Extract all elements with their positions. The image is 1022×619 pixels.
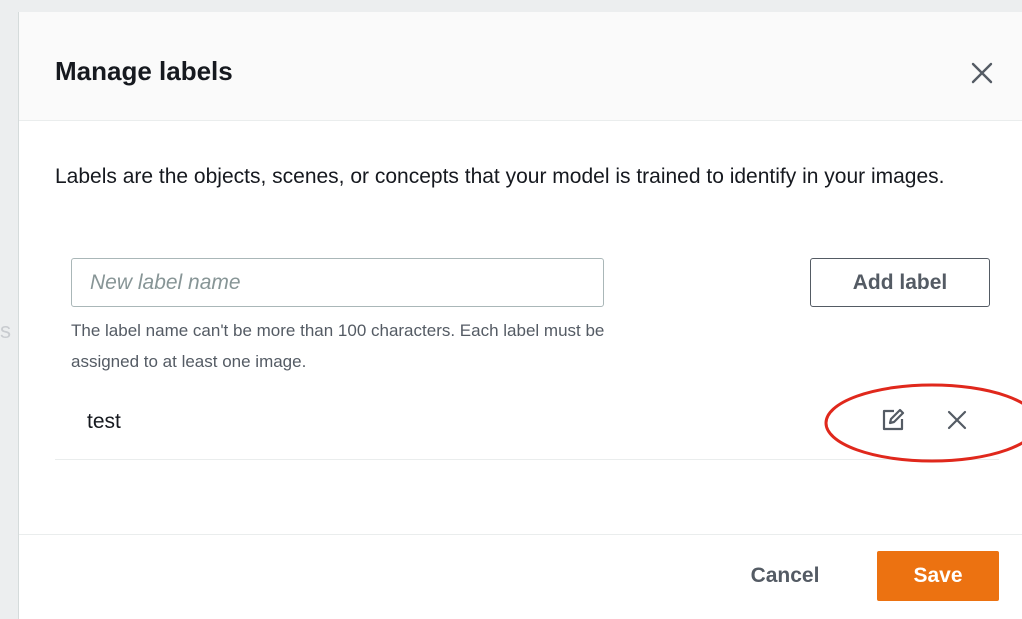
- close-icon: [971, 62, 993, 84]
- save-button[interactable]: Save: [877, 551, 999, 601]
- cancel-button[interactable]: Cancel: [725, 551, 845, 601]
- edit-label-button[interactable]: [877, 404, 909, 436]
- delete-label-button[interactable]: [941, 404, 973, 436]
- close-button[interactable]: [965, 56, 999, 90]
- background-fragment: s: [0, 318, 11, 343]
- new-label-input[interactable]: [71, 258, 604, 307]
- highlight-annotation: [824, 383, 1022, 463]
- label-name-hint: The label name can't be more than 100 ch…: [71, 321, 605, 371]
- edit-icon: [882, 408, 905, 431]
- delete-icon: [947, 410, 967, 430]
- label-name: test: [87, 410, 121, 433]
- add-label-button[interactable]: Add label: [810, 258, 990, 307]
- label-list-item: test: [55, 383, 1022, 463]
- modal-footer: Cancel Save: [19, 534, 1022, 619]
- modal-header: Manage labels: [19, 12, 1022, 121]
- manage-labels-modal: Manage labels Labels are the objects, sc…: [18, 12, 1022, 619]
- modal-title: Manage labels: [55, 56, 233, 86]
- modal-description: Labels are the objects, scenes, or conce…: [55, 165, 945, 188]
